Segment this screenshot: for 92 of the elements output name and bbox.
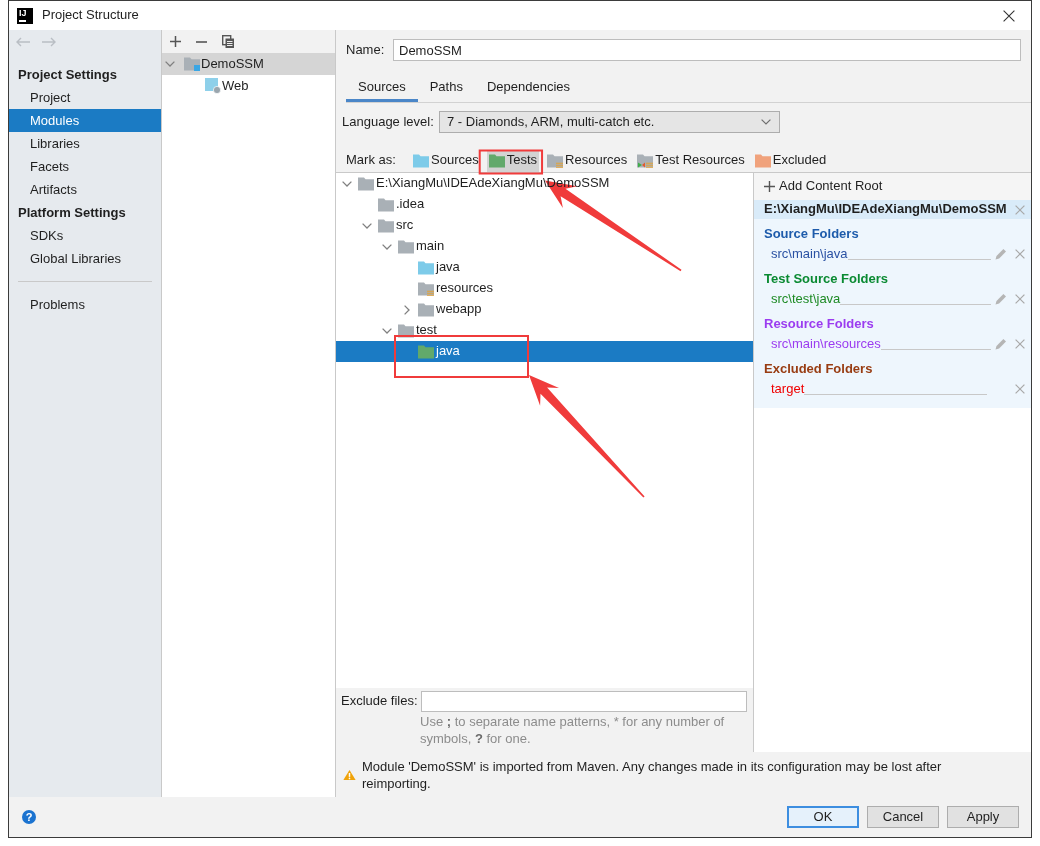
field-label: Language level: xyxy=(342,113,435,131)
window-title: Project Structure xyxy=(42,7,139,24)
minus-icon[interactable] xyxy=(196,40,207,43)
sidebar-item[interactable]: Project xyxy=(9,86,161,109)
dialog-button[interactable]: OK xyxy=(787,806,859,828)
module-tree-item[interactable]: Web xyxy=(162,75,335,97)
mark-as-button[interactable]: Resources xyxy=(545,149,630,172)
folder-icon xyxy=(378,197,394,212)
field-label: Exclude files: xyxy=(341,693,419,710)
module-tree-item[interactable]: DemoSSM xyxy=(162,53,335,75)
chevron-down-icon[interactable] xyxy=(165,61,175,67)
web-module-icon xyxy=(205,78,221,94)
folder-icon xyxy=(754,153,771,168)
close-icon[interactable] xyxy=(1015,339,1025,349)
folder-icon xyxy=(418,260,434,275)
sidebar-item[interactable]: SDKs xyxy=(9,224,161,247)
name-field[interactable]: DemoSSM xyxy=(393,39,1021,61)
plus-icon xyxy=(764,181,775,192)
chevron-down-icon[interactable] xyxy=(382,243,392,250)
folder-icon xyxy=(418,344,434,359)
folder-icon xyxy=(413,153,429,168)
copy-icon[interactable] xyxy=(222,35,234,48)
chevron-down-icon[interactable] xyxy=(342,180,352,187)
tab[interactable]: Paths xyxy=(417,76,475,102)
tree-item[interactable]: E:\XiangMu\IDEAdeXiangMu\DemoSSM xyxy=(336,173,753,194)
tree-item[interactable]: webapp xyxy=(336,299,753,320)
folder-lines-icon xyxy=(637,153,654,168)
chevron-down-icon xyxy=(761,119,771,125)
close-button[interactable] xyxy=(1003,9,1015,22)
module-folder-icon xyxy=(184,57,200,71)
warning-message: Module 'DemoSSM' is imported from Maven. Any changes made in its configuration may be lost after reimporting. xyxy=(362,758,943,792)
folder-icon xyxy=(378,218,394,233)
folder-lines-icon xyxy=(418,281,434,296)
folder-section-title: Source Folders xyxy=(763,224,860,243)
folder-icon xyxy=(418,302,434,317)
sidebar-item[interactable]: Artifacts xyxy=(9,178,161,201)
section-heading: Platform Settings xyxy=(17,204,127,222)
tab[interactable]: Dependencies xyxy=(474,76,583,102)
folder-section-title: Test Source Folders xyxy=(763,269,889,288)
mark-as-button[interactable]: Excluded xyxy=(752,149,829,172)
tree-item[interactable]: main xyxy=(336,236,753,257)
folder-icon xyxy=(488,153,505,168)
sidebar-item[interactable]: Global Libraries xyxy=(9,247,161,270)
mark-as-button[interactable]: Tests xyxy=(486,149,540,172)
close-icon[interactable] xyxy=(1015,294,1025,304)
folder-icon xyxy=(358,176,374,191)
exclude-files-field[interactable] xyxy=(421,691,747,712)
close-icon[interactable] xyxy=(1015,384,1025,394)
sidebar-item[interactable]: Facets xyxy=(9,155,161,178)
hint-text: Use ; to separate name patterns, * for any number of symbols, ? for one. xyxy=(420,713,726,747)
dialog-button[interactable]: Cancel xyxy=(867,806,939,828)
folder-path[interactable]: src\main\java xyxy=(771,245,848,263)
sidebar-item[interactable]: Libraries xyxy=(9,132,161,155)
sidebar-item[interactable]: Problems xyxy=(9,293,161,316)
chevron-down-icon[interactable] xyxy=(382,327,392,334)
tree-item[interactable]: .idea xyxy=(336,194,753,215)
folder-section-title: Excluded Folders xyxy=(763,359,874,378)
pencil-icon[interactable] xyxy=(995,338,1007,350)
folder-path[interactable]: target xyxy=(771,380,805,398)
section-heading: Project Settings xyxy=(17,66,118,84)
folder-section-title: Resource Folders xyxy=(763,314,875,333)
language-level-dropdown[interactable]: 7 - Diamonds, ARM, multi-catch etc. xyxy=(439,111,780,133)
tree-item[interactable]: java xyxy=(336,257,753,278)
tree-item[interactable]: src xyxy=(336,215,753,236)
app-logo: IJ xyxy=(17,7,33,24)
warning-icon xyxy=(343,769,356,781)
tab[interactable]: Sources xyxy=(346,76,418,102)
mark-as-button[interactable]: Sources xyxy=(411,149,481,172)
pencil-icon[interactable] xyxy=(995,248,1007,260)
tree-item[interactable]: java xyxy=(336,341,753,362)
field-label: Name: xyxy=(346,41,386,59)
tree-item[interactable]: resources xyxy=(336,278,753,299)
chevron-right-icon[interactable] xyxy=(404,304,410,315)
folder-path[interactable]: src\test\java xyxy=(771,290,841,308)
close-icon[interactable] xyxy=(1015,249,1025,259)
help-button[interactable]: ? xyxy=(22,810,36,824)
content-root-path: E:\XiangMu\IDEAdeXiangMu\DemoSSM xyxy=(764,201,1007,218)
folder-icon xyxy=(398,239,414,254)
highlight-rectangle xyxy=(478,149,544,175)
mark-as-button[interactable]: Test Resources xyxy=(635,149,747,172)
folder-lines-icon xyxy=(547,153,564,168)
add-content-root-button[interactable]: Add Content Root xyxy=(764,178,883,195)
sidebar-item[interactable]: Modules xyxy=(9,109,161,132)
close-icon[interactable] xyxy=(1015,204,1025,215)
close-icon xyxy=(1003,9,1015,22)
dialog-button[interactable]: Apply xyxy=(947,806,1019,828)
tree-item[interactable]: test xyxy=(336,320,753,341)
folder-path[interactable]: src\main\resources xyxy=(771,335,881,353)
field-label: Mark as: xyxy=(346,152,397,169)
pencil-icon[interactable] xyxy=(995,293,1007,305)
plus-icon[interactable] xyxy=(170,36,181,47)
chevron-down-icon[interactable] xyxy=(362,222,372,229)
